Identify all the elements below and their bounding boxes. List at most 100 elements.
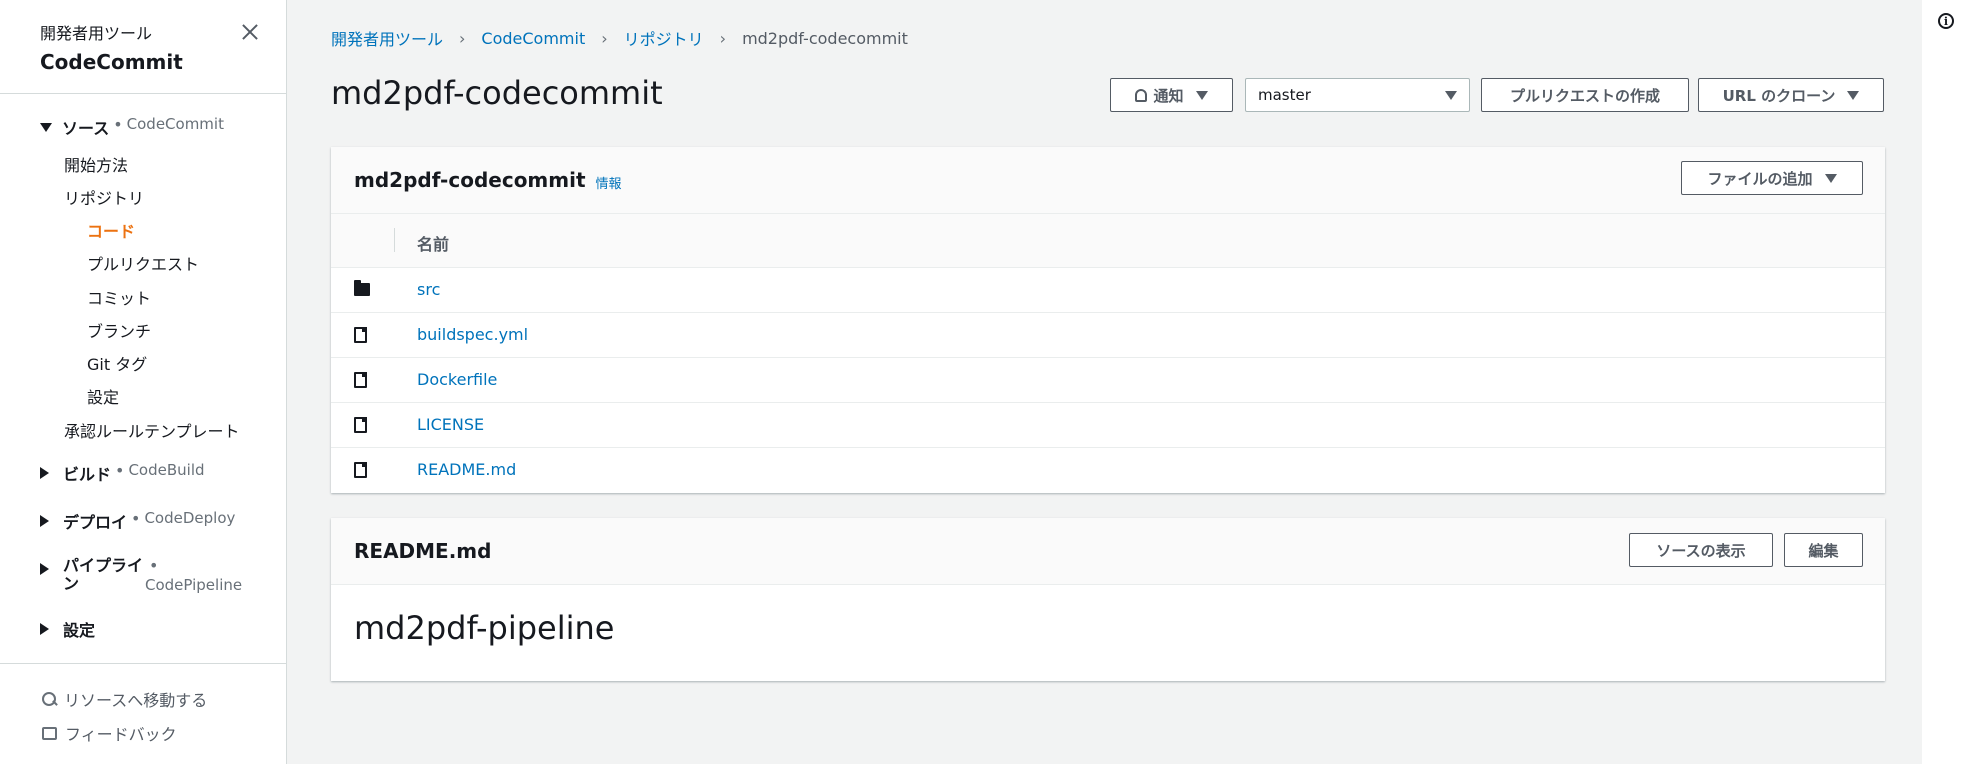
files-panel-title: md2pdf-codecommit xyxy=(354,168,586,192)
nav-group-deploy[interactable]: デプロイ • CodeDeploy xyxy=(40,509,235,533)
sidebar: 開発者用ツール CodeCommit ソース • CodeCommit 開始方法… xyxy=(0,0,287,764)
nav-group-label: パイプライン xyxy=(63,556,144,593)
notify-label: 通知 xyxy=(1153,86,1184,105)
sidebar-title[interactable]: CodeCommit xyxy=(40,50,286,74)
feedback-icon xyxy=(42,726,57,740)
caret-right-icon xyxy=(40,467,49,479)
nav-group-service: CodeCommit xyxy=(126,115,224,133)
chevron-right-icon: › xyxy=(459,28,466,48)
readme-heading: md2pdf-pipeline xyxy=(354,609,615,647)
sidebar-item-repositories[interactable]: リポジトリ xyxy=(64,185,144,209)
edit-button[interactable]: 編集 xyxy=(1784,533,1863,567)
file-icon xyxy=(354,417,367,433)
column-separator xyxy=(394,228,395,252)
chevron-right-icon: › xyxy=(719,28,727,48)
goto-resource-label: リソースへ移動する xyxy=(64,691,208,710)
caret-down-icon xyxy=(1195,90,1208,100)
view-source-label: ソースの表示 xyxy=(1656,541,1746,560)
readme-body: md2pdf-pipeline xyxy=(331,585,1885,681)
sidebar-header: 開発者用ツール CodeCommit xyxy=(0,0,286,94)
caret-down-icon xyxy=(1847,90,1860,100)
nav-group-label: ソース xyxy=(62,119,110,138)
sidebar-item-getting-started[interactable]: 開始方法 xyxy=(64,152,128,176)
nav-group-label: デプロイ xyxy=(63,513,128,532)
nav-group-build[interactable]: ビルド • CodeBuild xyxy=(40,461,205,485)
branch-value: master xyxy=(1258,86,1311,104)
file-link[interactable]: LICENSE xyxy=(417,415,484,434)
nav-group-settings[interactable]: 設定 xyxy=(40,617,95,641)
readme-panel-header: README.md ソースの表示 編集 xyxy=(331,518,1885,585)
nav-group-service: CodeDeploy xyxy=(144,509,236,527)
edit-label: 編集 xyxy=(1808,541,1839,560)
breadcrumb-codecommit[interactable]: CodeCommit xyxy=(481,29,585,48)
table-row: src xyxy=(331,268,1885,313)
sidebar-item-settings[interactable]: 設定 xyxy=(87,384,119,408)
table-header: 名前 xyxy=(331,214,1885,268)
file-link[interactable]: Dockerfile xyxy=(417,370,497,389)
clone-url-label: URL のクローン xyxy=(1722,86,1836,105)
readme-panel-title: README.md xyxy=(354,539,492,563)
view-source-button[interactable]: ソースの表示 xyxy=(1629,533,1773,567)
sidebar-item-commits[interactable]: コミット xyxy=(87,285,151,309)
sidebar-item-git-tags[interactable]: Git タグ xyxy=(87,351,147,375)
branch-select[interactable]: master xyxy=(1245,78,1470,112)
nav-group-service: CodePipeline xyxy=(145,576,243,594)
clone-url-button[interactable]: URL のクローン xyxy=(1698,78,1884,112)
caret-right-icon xyxy=(40,623,49,635)
file-icon xyxy=(354,462,367,478)
table-row: buildspec.yml xyxy=(331,313,1885,358)
info-icon[interactable]: i xyxy=(1938,13,1954,29)
create-pr-label: プルリクエストの作成 xyxy=(1509,86,1660,105)
add-file-label: ファイルの追加 xyxy=(1707,169,1813,188)
readme-panel: README.md ソースの表示 編集 md2pdf-pipeline xyxy=(331,518,1885,681)
breadcrumb-developer-tools[interactable]: 開発者用ツール xyxy=(331,26,443,50)
breadcrumb-repositories[interactable]: リポジトリ xyxy=(624,26,704,50)
file-link[interactable]: README.md xyxy=(417,460,516,479)
create-pr-button[interactable]: プルリクエストの作成 xyxy=(1481,78,1689,112)
breadcrumb-current: md2pdf-codecommit xyxy=(742,28,908,48)
add-file-button[interactable]: ファイルの追加 xyxy=(1681,161,1863,195)
file-link[interactable]: src xyxy=(417,280,440,299)
goto-resource-link[interactable]: リソースへ移動する xyxy=(42,687,207,711)
files-panel-header: md2pdf-codecommit 情報 ファイルの追加 xyxy=(331,147,1885,214)
table-row: README.md xyxy=(331,448,1885,493)
search-icon xyxy=(42,692,56,706)
caret-right-icon xyxy=(40,515,49,527)
feedback-label: フィードバック xyxy=(65,725,177,744)
breadcrumb: 開発者用ツール › CodeCommit › リポジトリ › md2pdf-co… xyxy=(331,26,908,50)
close-icon[interactable] xyxy=(238,20,262,44)
caret-down-icon xyxy=(1445,90,1457,100)
caret-down-icon xyxy=(40,123,52,132)
notify-button[interactable]: 通知 xyxy=(1110,78,1233,112)
file-link[interactable]: buildspec.yml xyxy=(417,325,528,344)
folder-icon xyxy=(354,280,370,296)
files-panel: md2pdf-codecommit 情報 ファイルの追加 名前 src buil… xyxy=(331,147,1885,493)
file-icon xyxy=(354,372,367,388)
nav-dot: • xyxy=(113,115,123,134)
sidebar-item-code[interactable]: コード xyxy=(87,218,135,242)
feedback-link[interactable]: フィードバック xyxy=(42,721,177,745)
table-row: LICENSE xyxy=(331,403,1885,448)
nav-dot: • xyxy=(149,556,159,575)
right-rail xyxy=(1922,0,1966,764)
chevron-right-icon: › xyxy=(601,28,608,48)
nav-group-label: ビルド xyxy=(63,465,112,484)
info-link[interactable]: 情報 xyxy=(596,173,622,192)
nav-dot: • xyxy=(131,509,141,528)
nav-group-service: CodeBuild xyxy=(128,461,205,479)
sidebar-item-branches[interactable]: ブランチ xyxy=(87,318,151,342)
bell-icon xyxy=(1135,88,1148,102)
nav-dot: • xyxy=(115,461,125,480)
table-row: Dockerfile xyxy=(331,358,1885,403)
column-header-name[interactable]: 名前 xyxy=(417,231,449,255)
nav-group-pipeline[interactable]: パイプライン • CodePipeline xyxy=(40,557,242,594)
sidebar-divider xyxy=(0,663,287,664)
nav-group-label: 設定 xyxy=(63,621,96,640)
caret-down-icon xyxy=(1824,173,1837,183)
sidebar-item-approval-templates[interactable]: 承認ルールテンプレート xyxy=(64,418,240,442)
file-icon xyxy=(354,327,367,343)
sidebar-item-pull-requests[interactable]: プルリクエスト xyxy=(87,251,199,275)
page-title: md2pdf-codecommit xyxy=(331,74,663,112)
caret-right-icon xyxy=(40,563,49,575)
nav-group-source[interactable]: ソース • CodeCommit xyxy=(40,115,224,139)
